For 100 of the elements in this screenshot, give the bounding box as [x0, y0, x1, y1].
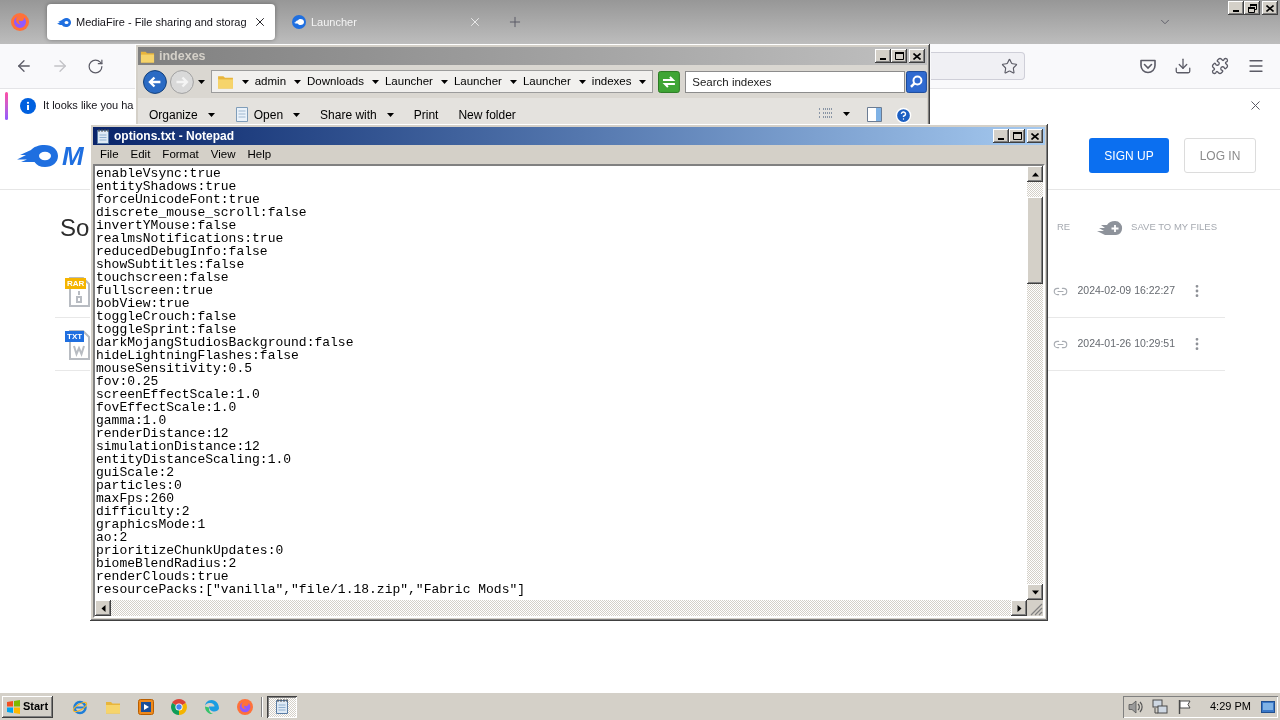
toolbar-button[interactable]: Print: [413, 107, 439, 122]
document-icon: [66, 330, 90, 360]
breadcrumb-item[interactable]: Launcher: [384, 72, 433, 91]
right-arrow-icon: [1015, 604, 1023, 612]
text-line: graphicsMode:1: [96, 518, 206, 531]
text-line: fullscreen:true: [96, 284, 214, 297]
refresh-icon[interactable]: [658, 70, 681, 93]
minimize-icon: [998, 138, 1004, 140]
caret-icon[interactable]: [440, 79, 448, 84]
flame-globe-icon: [11, 13, 29, 31]
scroll-down-button[interactable]: [1027, 584, 1043, 600]
flag-icon[interactable]: [1177, 698, 1193, 715]
close-icon: [1266, 4, 1274, 12]
left-arrow-icon: [99, 604, 107, 612]
caret-icon: [293, 112, 301, 117]
scrollbar-thumb[interactable]: [1027, 197, 1043, 284]
star-icon[interactable]: [1001, 57, 1018, 75]
flame-logo-icon: [17, 143, 59, 168]
horizontal-scrollbar[interactable]: [95, 600, 1027, 616]
text-line: resourcePacks:["vanilla","file/1.18.zip","Fabric Mods"]: [96, 583, 526, 596]
close-icon[interactable]: [1248, 98, 1263, 113]
window-title: indexes: [159, 47, 206, 65]
text-line: entityDistanceScaling:1.0: [96, 453, 292, 466]
minimize-icon: [1233, 10, 1239, 12]
menu-item[interactable]: View: [204, 145, 242, 164]
menu-item[interactable]: Help: [241, 145, 278, 164]
minimize-button[interactable]: [993, 129, 1009, 143]
log-in-button[interactable]: LOG IN: [1184, 138, 1256, 173]
size-grip-icon[interactable]: [1027, 600, 1043, 616]
toolbar-button[interactable]: Organize: [149, 107, 215, 122]
toolbar-button[interactable]: Share with: [320, 107, 394, 122]
address-bar[interactable]: admin Downloads Launcher Launcher Launcher indexes: [210, 70, 654, 93]
caret-icon[interactable]: [371, 79, 379, 84]
menu-item[interactable]: Edit: [124, 145, 157, 164]
caret-icon[interactable]: [294, 79, 302, 84]
extensions-icon[interactable]: [1211, 57, 1229, 75]
close-button[interactable]: [909, 49, 925, 63]
breadcrumb-item[interactable]: admin: [254, 72, 287, 91]
start-button[interactable]: Start: [2, 695, 53, 718]
caret-icon[interactable]: [639, 79, 647, 84]
menu-item[interactable]: File: [94, 145, 125, 164]
scroll-left-button[interactable]: [95, 600, 111, 616]
caret-icon[interactable]: [843, 112, 850, 116]
text-line: gamma:1.0: [96, 414, 167, 427]
breadcrumb-item[interactable]: Launcher: [453, 72, 502, 91]
close-button[interactable]: [1262, 1, 1278, 15]
toolbar-button[interactable]: Open: [234, 107, 301, 122]
speaker-icon[interactable]: [1128, 698, 1144, 715]
vertical-scrollbar[interactable]: [1027, 166, 1043, 600]
text-line: simulationDistance:12: [96, 440, 260, 453]
minimize-button[interactable]: [1228, 1, 1244, 15]
text-line: bobView:true: [96, 297, 190, 310]
close-button[interactable]: [1027, 129, 1043, 143]
text-line: darkMojangStudiosBackground:false: [96, 336, 354, 349]
reload-icon[interactable]: [87, 57, 104, 75]
toolbar-button[interactable]: New folder: [458, 107, 516, 122]
breadcrumb-item[interactable]: Downloads: [307, 72, 364, 91]
breadcrumb-item[interactable]: Launcher: [522, 72, 571, 91]
cloud-plus-icon: [1097, 219, 1124, 236]
text-line: particles:0: [96, 479, 182, 492]
caret-icon[interactable]: [241, 79, 249, 84]
caret-icon[interactable]: [509, 79, 517, 84]
menu-icon[interactable]: [1247, 57, 1265, 75]
text-line: biomeBlendRadius:2: [96, 557, 237, 570]
maximize-button[interactable]: [1009, 129, 1025, 143]
url-field[interactable]: [931, 52, 1025, 80]
taskbar-button[interactable]: [267, 695, 297, 718]
text-line: hideLightningFlashes:false: [96, 349, 299, 362]
help-icon[interactable]: [895, 107, 912, 124]
network-icon[interactable]: [1152, 698, 1168, 715]
shield-chevron-icon[interactable]: [1139, 57, 1157, 75]
close-icon[interactable]: [253, 15, 267, 29]
close-icon: [913, 52, 921, 60]
restore-button[interactable]: [1244, 1, 1260, 15]
notepad-icon: [275, 699, 289, 714]
maximize-icon: [1012, 132, 1022, 140]
search-icon[interactable]: [906, 70, 927, 93]
tricolor-circle-icon[interactable]: [171, 698, 187, 715]
flag-logo-icon: [6, 699, 21, 714]
breadcrumb-item[interactable]: indexes: [591, 72, 632, 91]
close-icon: [1031, 132, 1039, 140]
minimize-button[interactable]: [875, 49, 891, 63]
scroll-up-button[interactable]: [1027, 166, 1043, 182]
globe-orbit-icon[interactable]: [72, 698, 88, 715]
browser-tab[interactable]: MediaFire - File sharing and storag: [47, 4, 275, 40]
search-field[interactable]: Search indexes: [685, 70, 906, 93]
caret-icon[interactable]: [197, 79, 205, 84]
caret-icon[interactable]: [578, 79, 586, 84]
play-icon[interactable]: [138, 698, 154, 715]
desktop-icon[interactable]: [1261, 700, 1275, 713]
download-icon[interactable]: [1174, 57, 1192, 75]
scroll-right-button[interactable]: [1011, 600, 1027, 616]
swoosh-favicon-icon: [292, 15, 306, 29]
menu-item[interactable]: Format: [156, 145, 205, 164]
flame-globe-icon[interactable]: [237, 698, 253, 715]
preview-pane-icon[interactable]: [867, 107, 882, 122]
up-arrow-icon: [1031, 170, 1039, 178]
notepad-icon: [96, 128, 110, 144]
maximize-button[interactable]: [891, 49, 907, 63]
sign-up-button[interactable]: SIGN UP: [1089, 138, 1169, 173]
